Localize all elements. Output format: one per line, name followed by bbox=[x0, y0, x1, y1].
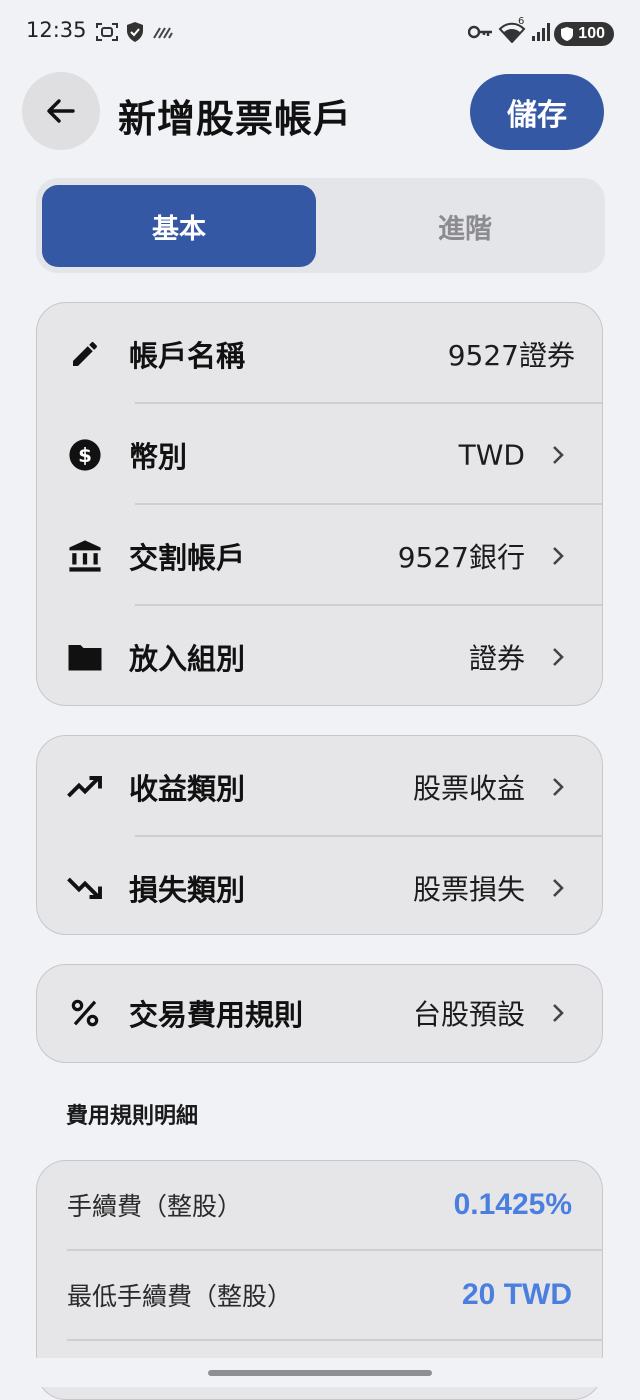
wifi-icon: 6 bbox=[497, 16, 527, 44]
fee-detail-label: 手續費（整股） bbox=[67, 1192, 243, 1221]
home-indicator[interactable] bbox=[208, 1370, 432, 1376]
fee-rule-row[interactable]: 交易費用規則 台股預設 bbox=[37, 965, 602, 1061]
group-value: 證券 bbox=[468, 641, 525, 675]
fee-detail-row: 手續費（整股） 0.1425% bbox=[37, 1161, 602, 1249]
battery-indicator: 100 bbox=[554, 22, 614, 46]
svg-text:$: $ bbox=[78, 444, 92, 467]
percent-icon bbox=[67, 995, 103, 1031]
account-name-label: 帳戶名稱 bbox=[129, 338, 246, 373]
fee-details-title: 費用規則明細 bbox=[66, 1104, 199, 1129]
settlement-account-label: 交割帳戶 bbox=[129, 540, 246, 575]
loss-category-label: 損失類別 bbox=[129, 872, 246, 907]
chevron-right-icon bbox=[553, 777, 564, 796]
settlement-account-value: 9527銀行 bbox=[397, 540, 525, 574]
status-time: 12:35 bbox=[26, 18, 87, 42]
tab-advanced[interactable]: 進階 bbox=[328, 185, 602, 267]
trending-down-icon bbox=[67, 870, 103, 906]
group-label: 放入組別 bbox=[129, 641, 246, 676]
key-icon bbox=[468, 20, 494, 44]
wifi-badge: 6 bbox=[518, 16, 525, 27]
account-name-row[interactable]: 帳戶名稱 9527證券 bbox=[37, 303, 602, 404]
trending-up-icon bbox=[67, 769, 103, 805]
arrow-left-icon bbox=[47, 99, 75, 123]
folder-icon bbox=[67, 639, 103, 675]
loss-category-row[interactable]: 損失類別 股票損失 bbox=[37, 837, 602, 934]
group-row[interactable]: 放入組別 證券 bbox=[37, 606, 602, 705]
fee-rule-card: 交易費用規則 台股預設 bbox=[36, 964, 603, 1063]
chevron-right-icon bbox=[553, 546, 564, 565]
divider bbox=[67, 1339, 602, 1341]
save-button[interactable]: 儲存 bbox=[470, 74, 604, 150]
chevron-right-icon bbox=[553, 878, 564, 897]
income-category-label: 收益類別 bbox=[129, 771, 246, 806]
tab-basic[interactable]: 基本 bbox=[42, 185, 316, 267]
fee-rule-label: 交易費用規則 bbox=[129, 998, 304, 1032]
account-settings-card: 帳戶名稱 9527證券 $ 幣別 TWD 交割帳戶 9527銀行 放入組別 證券 bbox=[36, 302, 603, 706]
chevron-right-icon bbox=[553, 647, 564, 666]
loss-category-value: 股票損失 bbox=[412, 872, 525, 906]
settlement-account-row[interactable]: 交割帳戶 9527銀行 bbox=[37, 505, 602, 606]
bank-icon bbox=[67, 538, 103, 574]
currency-label: 幣別 bbox=[129, 439, 188, 474]
battery-shield-icon bbox=[561, 27, 574, 41]
fee-rule-value: 台股預設 bbox=[412, 998, 525, 1031]
chevron-right-icon bbox=[553, 445, 564, 464]
income-category-row[interactable]: 收益類別 股票收益 bbox=[37, 736, 602, 837]
currency-row[interactable]: $ 幣別 TWD bbox=[37, 404, 602, 505]
category-card: 收益類別 股票收益 損失類別 股票損失 bbox=[36, 735, 603, 935]
currency-value: TWD bbox=[458, 438, 525, 471]
battery-level: 100 bbox=[578, 25, 605, 42]
income-category-value: 股票收益 bbox=[412, 771, 525, 805]
fee-detail-value: 20 TWD bbox=[461, 1278, 572, 1311]
fee-detail-row: 最低手續費（整股） 20 TWD bbox=[37, 1251, 602, 1339]
fee-detail-label: 最低手續費（整股） bbox=[67, 1282, 293, 1311]
pencil-icon bbox=[67, 336, 103, 372]
page-title: 新增股票帳戶 bbox=[118, 97, 353, 141]
tab-bar: 基本 進階 bbox=[36, 178, 605, 273]
screenshot-icon bbox=[94, 20, 120, 44]
dollar-circle-icon: $ bbox=[67, 437, 103, 473]
chevron-right-icon bbox=[553, 1004, 564, 1022]
shield-icon bbox=[124, 20, 146, 44]
back-button[interactable] bbox=[22, 72, 100, 150]
signal-icon bbox=[530, 20, 554, 44]
fee-detail-value: 0.1425% bbox=[453, 1188, 572, 1221]
account-name-value: 9527證券 bbox=[447, 338, 575, 372]
data-saver-icon bbox=[152, 20, 174, 44]
